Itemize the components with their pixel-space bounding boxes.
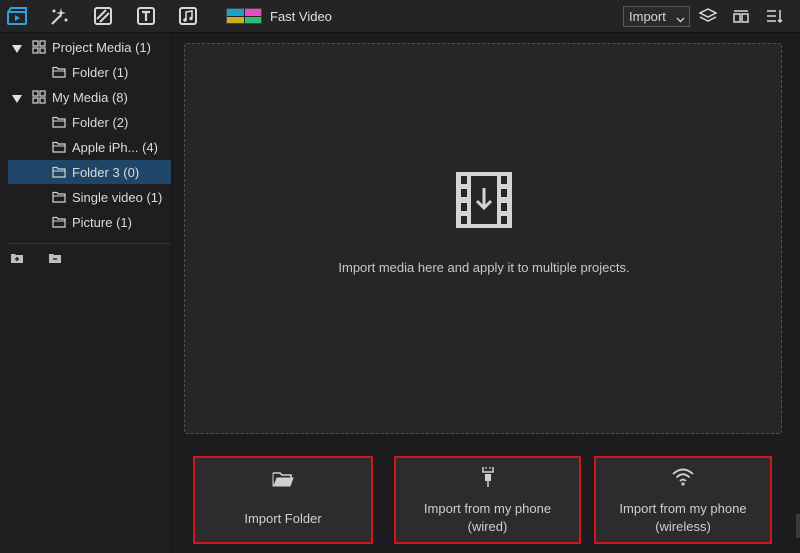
add-folder-icon[interactable] — [10, 252, 24, 264]
tree-item-label: Project Media (1) — [52, 40, 151, 55]
usb-cable-icon — [396, 466, 579, 488]
expand-arrow-icon[interactable] — [12, 92, 22, 107]
split-view-icon[interactable] — [730, 5, 752, 27]
project-logo-icon — [226, 8, 262, 24]
wifi-icon — [596, 468, 770, 486]
tree-item-label: Picture (1) — [72, 215, 132, 230]
tree-item-label: My Media (8) — [52, 90, 128, 105]
sort-list-icon[interactable] — [763, 5, 785, 27]
project-title: Fast Video — [270, 8, 332, 24]
audio-icon[interactable] — [177, 5, 199, 27]
import-phone-wireless-button[interactable]: Import from my phone (wireless) — [594, 456, 772, 544]
tree-item-folder-2[interactable]: Folder (2) — [0, 110, 171, 134]
top-toolbar: Fast Video Import — [0, 0, 800, 33]
tree-item-label: Single video (1) — [72, 190, 163, 205]
media-library-panel: Import media here and apply it to multip… — [173, 34, 800, 553]
media-tree-sidebar: Project Media (1) Folder (1) My Media (8) F… — [0, 34, 172, 553]
tree-item-folder-1[interactable]: Folder (1) — [0, 60, 171, 84]
project-tab[interactable]: Fast Video — [226, 5, 332, 27]
scrollbar[interactable] — [796, 514, 800, 538]
import-dropdown[interactable]: Import — [623, 6, 690, 27]
import-dropdown-value: Import — [629, 9, 666, 24]
folder-icon — [52, 66, 66, 81]
remove-folder-icon[interactable] — [48, 252, 62, 264]
effects-icon[interactable] — [48, 5, 70, 27]
folder-icon — [52, 116, 66, 131]
folder-icon — [52, 141, 66, 156]
transitions-icon[interactable] — [92, 5, 114, 27]
folder-open-icon — [195, 470, 371, 488]
tree-item-label: Folder (1) — [72, 65, 129, 80]
import-phone-wired-label: Import from my phone — [423, 501, 552, 516]
drop-zone-message: Import media here and apply it to multip… — [338, 260, 630, 275]
grid-icon — [32, 90, 46, 107]
tree-item-label: Folder 3 (0) — [72, 165, 140, 180]
tree-item-label: Apple iPh... (4) — [72, 140, 158, 155]
titles-icon[interactable] — [135, 5, 157, 27]
tree-item-label: Folder (2) — [72, 115, 129, 130]
folder-icon — [52, 216, 66, 231]
import-folder-button[interactable]: Import Folder — [193, 456, 373, 544]
tree-item-single-video-1[interactable]: Single video (1) — [0, 185, 171, 209]
media-icon[interactable] — [6, 5, 28, 27]
media-drop-zone[interactable]: Import media here and apply it to multip… — [184, 43, 782, 434]
tree-item-my-media-8[interactable]: My Media (8) — [0, 85, 171, 109]
tree-item-picture-1[interactable]: Picture (1) — [0, 210, 171, 234]
import-phone-wireless-sublabel: (wireless) — [655, 519, 711, 534]
chevron-down-icon — [676, 12, 685, 27]
folder-icon — [52, 191, 66, 206]
import-folder-label: Import Folder — [244, 511, 322, 526]
import-phone-wired-button[interactable]: Import from my phone (wired) — [394, 456, 581, 544]
sidebar-divider — [8, 243, 171, 244]
tree-item-project-media-1[interactable]: Project Media (1) — [0, 35, 171, 59]
expand-arrow-icon[interactable] — [12, 42, 22, 57]
film-import-icon — [455, 171, 513, 232]
import-phone-wireless-label: Import from my phone — [619, 501, 747, 516]
tree-item-folder-3-0[interactable]: Folder 3 (0) — [8, 160, 171, 184]
grid-icon — [32, 40, 46, 57]
folder-icon — [52, 166, 66, 181]
import-phone-wired-sublabel: (wired) — [467, 519, 508, 534]
layers-icon[interactable] — [697, 5, 719, 27]
tree-item-apple-iph-4[interactable]: Apple iPh... (4) — [0, 135, 171, 159]
